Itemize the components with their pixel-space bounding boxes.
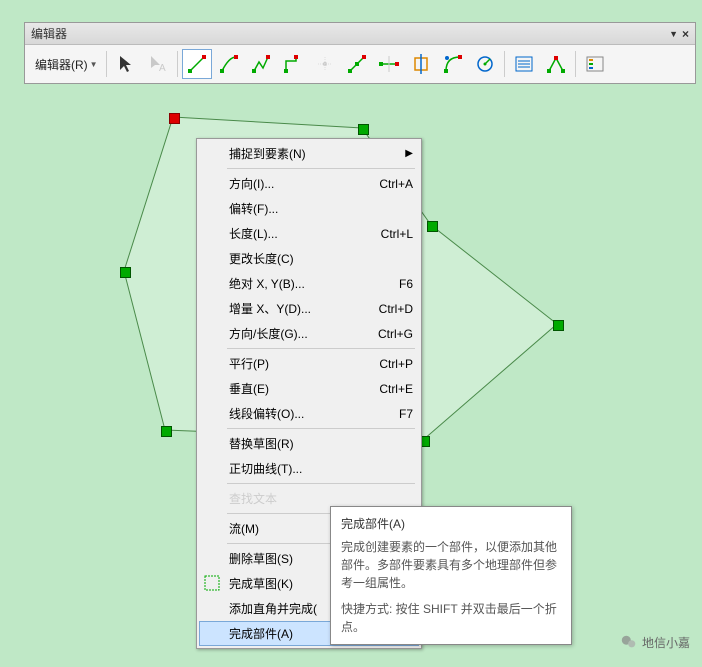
sketch-properties-icon[interactable] (509, 49, 539, 79)
watermark-text: 地信小嘉 (642, 634, 690, 651)
tooltip-title: 完成部件(A) (341, 515, 561, 532)
toolbar-menu-icon[interactable]: ▼ (669, 29, 678, 39)
direction-distance-icon[interactable] (470, 49, 500, 79)
bezier-icon[interactable] (438, 49, 468, 79)
menu-replace-sketch[interactable]: 替换草图(R) (199, 431, 419, 456)
watermark: 地信小嘉 (620, 633, 690, 651)
menu-dir-len[interactable]: 方向/长度(G)...Ctrl+G (199, 321, 419, 346)
straight-line-icon[interactable] (182, 49, 212, 79)
menu-snap[interactable]: 捕捉到要素(N)▶ (199, 141, 419, 166)
edit-annotation-icon: A (143, 49, 173, 79)
menu-tangent-curve[interactable]: 正切曲线(T)... (199, 456, 419, 481)
menu-change-length[interactable]: 更改长度(C) (199, 246, 419, 271)
tooltip-body: 完成创建要素的一个部件，以便添加其他部件。多部件要素具有多个地理部件但参考一组属… (341, 538, 561, 592)
tooltip: 完成部件(A) 完成创建要素的一个部件，以便添加其他部件。多部件要素具有多个地理… (330, 506, 572, 645)
vertex[interactable] (553, 320, 564, 331)
end-point-arc-icon[interactable] (342, 49, 372, 79)
menu-direction[interactable]: 方向(I)...Ctrl+A (199, 171, 419, 196)
menu-seg-def[interactable]: 线段偏转(O)...F7 (199, 401, 419, 426)
menu-deflection[interactable]: 偏转(F)... (199, 196, 419, 221)
editor-dropdown[interactable]: 编辑器(R) ▼ (31, 53, 102, 76)
intersection-icon[interactable] (406, 49, 436, 79)
finish-sketch-icon (203, 574, 221, 592)
toolbar-title-text: 编辑器 (31, 25, 67, 42)
menu-parallel[interactable]: 平行(P)Ctrl+P (199, 351, 419, 376)
vertex[interactable] (358, 124, 369, 135)
vertex[interactable] (120, 267, 131, 278)
arc-end-icon[interactable] (214, 49, 244, 79)
vertex-start[interactable] (169, 113, 180, 124)
vertex[interactable] (161, 426, 172, 437)
tooltip-shortcut: 快捷方式: 按住 SHIFT 并双击最后一个折点。 (341, 600, 561, 636)
midpoint-icon (310, 49, 340, 79)
toolbar-close-icon[interactable]: × (682, 27, 689, 41)
editor-btn-label: 编辑器(R) (35, 56, 88, 73)
edit-vertices-icon[interactable] (541, 49, 571, 79)
submenu-arrow-icon: ▶ (405, 148, 413, 159)
svg-text:A: A (159, 63, 166, 74)
vertex[interactable] (427, 221, 438, 232)
editor-toolbar: 编辑器 ▼ × 编辑器(R) ▼ A (24, 22, 696, 84)
wechat-icon (620, 633, 638, 651)
menu-perp[interactable]: 垂直(E)Ctrl+E (199, 376, 419, 401)
menu-length[interactable]: 长度(L)...Ctrl+L (199, 221, 419, 246)
trace-icon[interactable] (246, 49, 276, 79)
tangent-arc-icon[interactable] (374, 49, 404, 79)
menu-abs-xy[interactable]: 绝对 X, Y(B)...F6 (199, 271, 419, 296)
toolbar-titlebar: 编辑器 ▼ × (25, 23, 695, 45)
create-features-icon[interactable] (580, 49, 610, 79)
right-angle-icon[interactable] (278, 49, 308, 79)
chevron-down-icon: ▼ (90, 60, 98, 69)
menu-delta-xy[interactable]: 增量 X、Y(D)...Ctrl+D (199, 296, 419, 321)
edit-tool-icon[interactable] (111, 49, 141, 79)
